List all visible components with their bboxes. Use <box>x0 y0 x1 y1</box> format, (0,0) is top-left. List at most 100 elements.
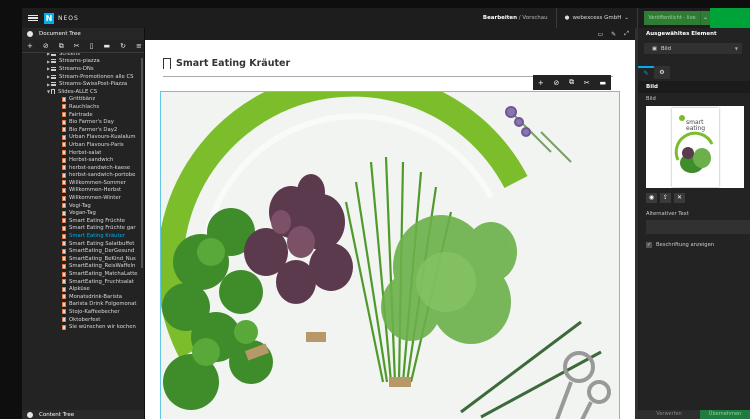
tree-item[interactable]: ▼ Slides-ALLE CS <box>22 88 144 96</box>
tree-item-label: Urban Flavours-Kualalum <box>69 134 136 141</box>
delete-node-icon[interactable]: ▬ <box>103 42 110 50</box>
mode-preview[interactable]: Vorschau <box>522 15 547 21</box>
tree-item[interactable]: Bio Farmer's Day <box>22 118 144 126</box>
publish-all-button[interactable] <box>710 8 750 28</box>
content-tree-header[interactable]: Content Tree <box>22 410 144 419</box>
tree-item[interactable]: Monatsdrink-Barista <box>22 293 144 301</box>
preview-icon[interactable]: ▭ <box>597 31 603 38</box>
tree-item[interactable]: Willkommen-Sommer <box>22 179 144 187</box>
paste-node-icon[interactable]: ▯ <box>90 42 94 50</box>
menu-icon[interactable] <box>28 14 38 22</box>
bookmark-icon <box>163 58 171 69</box>
tree-item-label: Barista Drink Folgemonat <box>69 301 137 308</box>
copy-node-icon[interactable]: ⧉ <box>59 42 64 51</box>
section-image[interactable]: Bild <box>638 81 750 93</box>
collapse-icon[interactable] <box>27 31 33 37</box>
page-icon <box>62 271 66 277</box>
node-type-select[interactable]: ▣ Bild ▼ <box>644 43 742 54</box>
tab-content[interactable]: ✎ <box>638 66 654 79</box>
caption-checkbox[interactable]: ✓ <box>646 242 652 248</box>
herb-image[interactable] <box>160 91 620 419</box>
cut-node-icon[interactable]: ✂ <box>74 42 80 50</box>
book-thumbnail: smart eating <box>671 107 719 187</box>
tree-item[interactable]: Grittibänz <box>22 96 144 104</box>
tree-item[interactable]: SmartEating_MatchaLatte <box>22 270 144 278</box>
page-icon <box>62 210 66 216</box>
brand-name: NEOS <box>58 14 79 22</box>
tree-item[interactable]: Smart Eating Früchte <box>22 217 144 225</box>
tree-item[interactable]: Alpküse <box>22 285 144 293</box>
tree-item[interactable]: ▶ Stream-Promotionen alle CS <box>22 73 144 81</box>
tree-item[interactable]: Smart Eating Salatbuffet <box>22 240 144 248</box>
tree-item[interactable]: Urban Flavours-Kualalum <box>22 134 144 142</box>
herb-illustration <box>161 92 619 419</box>
page-icon <box>62 301 66 307</box>
tree-item[interactable]: Vegan-Tag <box>22 209 144 217</box>
tree-item[interactable]: Willkommen-Winter <box>22 194 144 202</box>
tree-item[interactable]: ▶ Streams-SwissPost-Piazza <box>22 80 144 88</box>
discard-button[interactable]: Verwerfen <box>638 410 700 419</box>
edit-preview-toggle[interactable]: Bearbeiten / Vorschau <box>475 8 557 28</box>
tree-item-label: SmartEating_Fruchtsalat <box>69 278 134 285</box>
tree-item[interactable]: Barista Drink Folgemonat <box>22 301 144 309</box>
headline-text[interactable]: Smart Eating Kräuter <box>176 58 290 69</box>
tree-item[interactable]: Urban Flavours-Paris <box>22 141 144 149</box>
tree-item[interactable]: Willkommen-Herbst <box>22 187 144 195</box>
mode-edit[interactable]: Bearbeiten <box>483 15 517 21</box>
delete-element-icon[interactable]: ▬ <box>600 79 607 87</box>
edit-icon[interactable]: ✎ <box>611 31 616 38</box>
tree-item[interactable]: SmartEating_DerGesund <box>22 247 144 255</box>
tree-item[interactable]: Rauchlachs <box>22 103 144 111</box>
tree-item-label: herbst-sandwich-portobe <box>69 172 136 179</box>
camera-icon[interactable]: ◉ <box>646 193 657 203</box>
page-icon <box>62 127 66 133</box>
expand-icon[interactable] <box>27 411 33 418</box>
image-preview[interactable]: smart eating <box>646 106 744 188</box>
upload-icon[interactable]: ⇪ <box>660 193 671 203</box>
publish-button[interactable]: Veröffentlicht - live <box>644 11 700 25</box>
tree-item[interactable]: Smart Eating Kräuter <box>22 232 144 240</box>
page-icon <box>62 256 66 262</box>
tree-item[interactable]: ▶ Streams-piazza <box>22 58 144 66</box>
tree-item[interactable]: Sie wünschen wir kochen <box>22 323 144 331</box>
tree-item[interactable]: Stojo-Kaffeebecher <box>22 308 144 316</box>
publish-dropdown-icon[interactable]: ⌄ <box>700 11 710 25</box>
page-headline[interactable]: Smart Eating Kräuter <box>163 58 290 69</box>
tree-item[interactable]: herbst-sandwich-kaese <box>22 164 144 172</box>
remove-image-icon[interactable]: ✕ <box>674 193 685 203</box>
refresh-icon[interactable]: ↻ <box>120 42 126 50</box>
tree-item-label: Slides-ALLE CS <box>58 88 98 95</box>
tree-item[interactable]: Bio Farmer's Day2 <box>22 126 144 134</box>
document-tree-header[interactable]: Document Tree <box>22 28 144 40</box>
image-field-label: Bild <box>646 96 656 102</box>
tree-item[interactable]: Fairtrade <box>22 111 144 119</box>
tree-item-label: Smart Eating Früchte <box>69 217 126 224</box>
tree-item[interactable]: SmartEating_Fruchtsalat <box>22 278 144 286</box>
hide-element-icon[interactable]: ⊘ <box>554 79 560 87</box>
bookmark-icon <box>51 89 55 95</box>
tree-item[interactable]: Oktoberfest <box>22 316 144 324</box>
alt-text-input[interactable] <box>646 220 750 234</box>
hide-node-icon[interactable]: ⊘ <box>43 42 49 50</box>
add-element-icon[interactable]: + <box>538 79 544 87</box>
tree-item[interactable]: herbst-sandwich-portobe <box>22 172 144 180</box>
tree-item-label: Rauchlachs <box>69 103 100 110</box>
tree-item[interactable]: SmartEating_BeKind_Nus <box>22 255 144 263</box>
tree-item[interactable]: Herbst-sandwich <box>22 156 144 164</box>
filter-icon[interactable]: ≡ <box>136 42 142 50</box>
user-menu[interactable]: ● webexcess GmbH ⌄ <box>557 8 638 28</box>
add-node-icon[interactable]: + <box>27 42 33 50</box>
user-icon: ● <box>564 15 570 21</box>
tree-item[interactable]: Smart Eating Früchte gar <box>22 225 144 233</box>
cut-element-icon[interactable]: ✂ <box>584 79 590 87</box>
copy-element-icon[interactable]: ⧉ <box>569 78 574 87</box>
apply-button[interactable]: Übernehmen <box>700 410 750 419</box>
tree-scrollbar[interactable] <box>141 58 143 268</box>
tree-item[interactable]: ▶ Streams-DNs <box>22 65 144 73</box>
tree-item[interactable]: Herbst-salat <box>22 149 144 157</box>
tree-item[interactable]: Vegi-Tag <box>22 202 144 210</box>
tree-item[interactable]: SmartEating_ReisWaffeln <box>22 263 144 271</box>
fullscreen-icon[interactable]: ⤢ <box>624 30 629 38</box>
tab-settings[interactable]: ⚙ <box>654 66 670 79</box>
page-icon <box>62 172 66 178</box>
